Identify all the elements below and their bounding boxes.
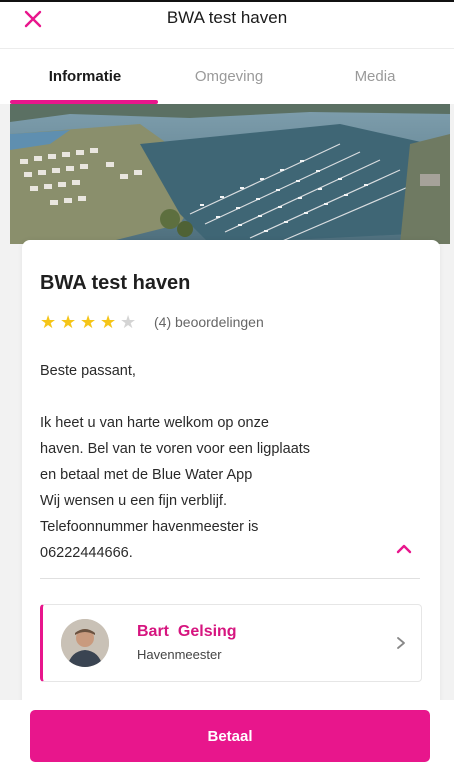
person-avatar-image bbox=[61, 619, 109, 667]
description-line: haven. Bel van te voren voor een ligplaa… bbox=[40, 441, 311, 457]
star-rating: ★ ★ ★ ★ ★ bbox=[40, 312, 140, 332]
bottom-bar: Betaal bbox=[0, 700, 454, 764]
tab-media[interactable]: Media bbox=[300, 49, 450, 105]
rating: ★ ★ ★ ★ ★ (4) beoordelingen bbox=[40, 312, 264, 332]
collapse-button[interactable] bbox=[392, 540, 416, 558]
pay-button[interactable]: Betaal bbox=[30, 710, 430, 762]
chevron-right-icon bbox=[397, 637, 405, 649]
tab-bar: Informatie Omgeving Media bbox=[0, 48, 454, 104]
divider bbox=[40, 578, 420, 579]
description-line: en betaal met de Blue Water App bbox=[40, 467, 253, 483]
harbour-photo bbox=[10, 104, 450, 244]
description-line: Beste passant, bbox=[40, 363, 136, 379]
harbour-aerial-image bbox=[10, 104, 450, 244]
star-icon: ★ bbox=[40, 312, 57, 332]
contact-name: Bart Gelsing bbox=[137, 623, 237, 640]
star-icon: ★ bbox=[60, 312, 77, 332]
description-line: 06222444666. bbox=[40, 545, 133, 561]
contact-harbour-master[interactable]: Bart Gelsing Havenmeester bbox=[40, 604, 422, 682]
star-icon: ★ bbox=[80, 312, 97, 332]
app-screen: BWA test haven Informatie Omgeving Media bbox=[0, 0, 454, 764]
description-line: Telefoonnummer havenmeester is bbox=[40, 519, 259, 535]
description-line: Wij wensen u een fijn verblijf. bbox=[40, 493, 227, 509]
harbour-info-card: BWA test haven ★ ★ ★ ★ ★ (4) beoordelingen B… bbox=[22, 240, 440, 710]
star-icon: ★ bbox=[100, 312, 117, 332]
star-icon: ★ bbox=[120, 312, 137, 332]
harbour-name: BWA test haven bbox=[40, 272, 191, 294]
chevron-up-icon bbox=[396, 544, 412, 554]
avatar bbox=[61, 619, 109, 667]
review-count[interactable]: (4) beoordelingen bbox=[154, 314, 264, 330]
tab-informatie[interactable]: Informatie bbox=[10, 49, 160, 105]
header: BWA test haven bbox=[0, 2, 454, 48]
description-line: Ik heet u van harte welkom op onze bbox=[40, 415, 269, 431]
description-line bbox=[40, 384, 420, 410]
tab-omgeving[interactable]: Omgeving bbox=[154, 49, 304, 105]
contact-role: Havenmeester bbox=[137, 647, 222, 662]
page-title: BWA test haven bbox=[166, 8, 288, 27]
harbour-description: Beste passant, Ik heet u van harte welkom… bbox=[40, 358, 420, 566]
